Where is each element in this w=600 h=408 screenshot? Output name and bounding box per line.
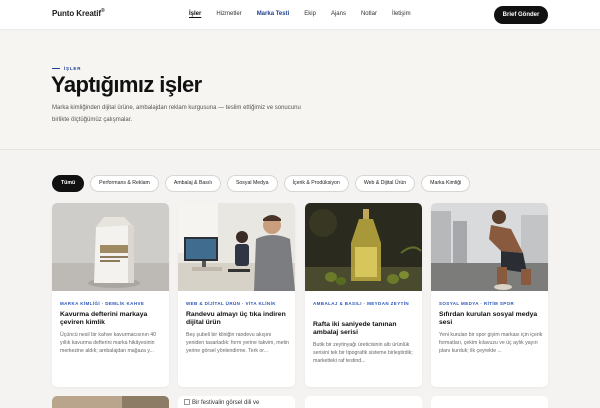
filter-performance[interactable]: Performans & Reklam — [90, 175, 159, 192]
brand-logo[interactable]: Punto Kreatif® — [52, 8, 105, 18]
nav-item-notlar[interactable]: Notlar — [361, 11, 377, 17]
filter-chips: Tümü Performans & Reklam Ambalaj & Basıl… — [52, 175, 471, 192]
card-title[interactable]: Rafta iki saniyede tanınan ambalaj seris… — [313, 321, 417, 337]
card-description: Üçüncü nesil bir kahve kavurmacısının 40… — [60, 332, 157, 354]
card-title[interactable]: Sıfırdan kurulan sosyal medya sesi — [439, 311, 543, 327]
nav-item-ekip[interactable]: Ekip — [304, 11, 316, 17]
olive-oil-image — [305, 203, 422, 291]
filter-social[interactable]: Sosyal Medya — [226, 175, 278, 192]
card-category: WEB & DİJİTAL ÜRÜN · VİTA KLİNİK — [186, 301, 276, 306]
page-description: Marka kimliğinden dijital ürüne, ambalaj… — [52, 105, 301, 123]
project-card[interactable]: SOSYAL MEDYA · RİTİM SPOR Sıfırdan kurul… — [431, 203, 548, 387]
filter-web[interactable]: Web & Dijital Ürün — [354, 175, 416, 192]
office-workers-image — [178, 203, 295, 291]
filter-content[interactable]: İçerik & Prodüksiyon — [283, 175, 349, 192]
runner-image — [431, 203, 548, 291]
coffee-bag-image — [52, 203, 169, 291]
page-title: Yaptığımız işler — [51, 72, 202, 97]
filter-brand[interactable]: Marka Kimliği — [421, 175, 471, 192]
section-divider — [0, 149, 600, 150]
top-navigation: Punto Kreatif® İşler Hizmetler Marka Tes… — [0, 0, 600, 30]
project-card-partial[interactable] — [52, 396, 169, 408]
card-category: MARKA KİMLİĞİ · DEMLİK KAHVE — [60, 301, 145, 306]
nav-item-marka-testi[interactable]: Marka Testi — [257, 11, 290, 17]
main-menu: İşler Hizmetler Marka Testi Ekip Ajans N… — [189, 11, 426, 17]
card-description: Beş şubeli bir kliniğin randevu akışını … — [186, 332, 289, 354]
card-description: Yeni kurulan bir spor giyim markası için… — [439, 332, 543, 354]
nav-item-iletisim[interactable]: İletişim — [392, 11, 411, 17]
brief-send-button[interactable]: Brief Gönder — [494, 6, 548, 24]
project-card-partial[interactable] — [305, 396, 422, 408]
project-card-partial[interactable]: Bir festivalin görsel dili ve — [178, 396, 295, 408]
nav-item-ajans[interactable]: Ajans — [331, 11, 346, 17]
card-description: Butik bir zeytinyağı üreticisinin altı ü… — [313, 342, 413, 364]
hero-section: İŞLER Yaptığımız işler Marka kimliğinden… — [0, 31, 600, 149]
filter-packaging[interactable]: Ambalaj & Basılı — [164, 175, 221, 192]
card-title[interactable]: Randevu almayı üç tıka indiren dijital ü… — [186, 311, 290, 327]
nav-item-hizmetler[interactable]: Hizmetler — [216, 11, 241, 17]
card-category: AMBALAJ & BASILI · MEYDAN ZEYTİN — [313, 301, 410, 306]
nav-item-isler[interactable]: İşler — [189, 11, 201, 17]
project-card[interactable]: MARKA KİMLİĞİ · DEMLİK KAHVE Kavurma def… — [52, 203, 169, 387]
project-card[interactable]: AMBALAJ & BASILI · MEYDAN ZEYTİN Rafta i… — [305, 203, 422, 387]
card-category: SOSYAL MEDYA · RİTİM SPOR — [439, 301, 515, 306]
broken-image-icon — [184, 399, 190, 405]
image-alt-text: Bir festivalin görsel dili ve — [184, 399, 259, 406]
project-card-partial[interactable] — [431, 396, 548, 408]
section-eyebrow: İŞLER — [52, 66, 81, 71]
card-title[interactable]: Kavurma defterini markaya çeviren kimlik — [60, 311, 164, 327]
filter-all[interactable]: Tümü — [52, 175, 85, 192]
project-card[interactable]: WEB & DİJİTAL ÜRÜN · VİTA KLİNİK Randevu… — [178, 203, 295, 387]
